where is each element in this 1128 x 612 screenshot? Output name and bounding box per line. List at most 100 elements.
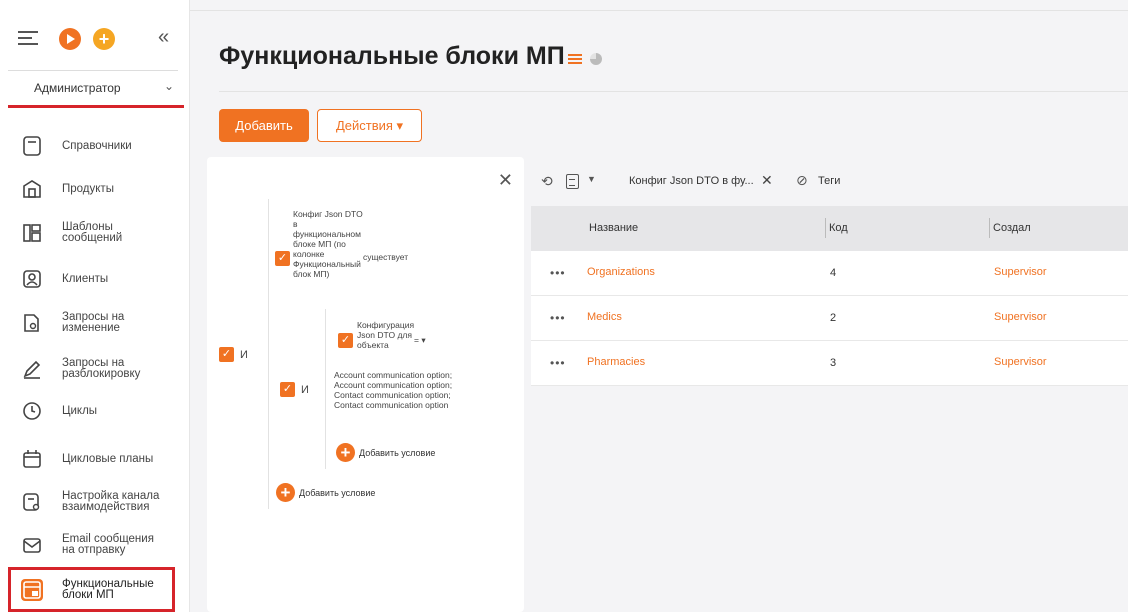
condition-2-field[interactable]: Конфигурация Json DTO для объекта: [357, 320, 414, 350]
table-header: Название Код Создал: [531, 206, 1128, 251]
row-menu-icon[interactable]: •••: [550, 356, 566, 370]
row-creator-link[interactable]: Supervisor: [994, 311, 1047, 323]
plus-icon: +: [276, 483, 295, 502]
remove-filter-icon[interactable]: ✕: [761, 172, 773, 189]
tag-icon[interactable]: ⊘: [796, 172, 808, 189]
divider: [190, 10, 1128, 11]
sidebar-item-label: Справочники: [62, 139, 132, 152]
plus-logo-icon[interactable]: +: [93, 28, 115, 50]
add-condition-outer-button[interactable]: + Добавить условие: [276, 483, 375, 502]
condition-1-checkbox[interactable]: ✓: [275, 251, 290, 266]
sidebar-item-channel-settings[interactable]: Настройка канала взаимодействия: [0, 481, 190, 523]
filter-panel: ✕ ✓ И ✓ Конфиг Json DTO в функциональном…: [207, 157, 524, 612]
role-selector[interactable]: Администратор ⌄: [8, 68, 184, 108]
sidebar-item-label: Шаблоны сообщений: [62, 221, 123, 244]
data-table: Название Код Создал ••• Organizations 4 …: [531, 206, 1128, 386]
sidebar-item-label: Продукты: [62, 182, 114, 195]
collapse-sidebar-icon[interactable]: «: [158, 26, 169, 49]
clock-icon: [23, 402, 41, 420]
column-separator[interactable]: [989, 218, 990, 238]
sidebar-item-label: Клиенты: [62, 272, 109, 285]
root-and-operator[interactable]: И: [240, 349, 248, 361]
sidebar-item-label: Запросы на разблокировку: [62, 357, 141, 380]
document-icon[interactable]: [566, 174, 579, 189]
inner-and-operator[interactable]: И: [301, 384, 309, 396]
row-code: 2: [830, 312, 837, 324]
row-name-link[interactable]: Medics: [587, 311, 622, 323]
condition-1-field[interactable]: Конфиг Json DTO в функциональном блоке М…: [293, 209, 363, 279]
tags-label[interactable]: Теги: [818, 175, 840, 187]
inner-group-checkbox[interactable]: ✓: [280, 382, 295, 397]
column-header-name[interactable]: Название: [589, 222, 638, 234]
calendar-icon: [23, 450, 41, 468]
row-creator-link[interactable]: Supervisor: [994, 356, 1047, 368]
root-group-checkbox[interactable]: ✓: [219, 347, 234, 362]
sidebar-item-cycle-plans[interactable]: Цикловые планы: [0, 438, 190, 480]
sidebar-item-directories[interactable]: Справочники: [0, 125, 190, 167]
chevron-down-icon: ⌄: [163, 79, 174, 93]
chart-view-icon[interactable]: [590, 53, 602, 65]
sidebar-item-email-messages[interactable]: Email сообщения на отправку: [0, 524, 190, 566]
envelope-icon: [23, 538, 41, 553]
channel-settings-icon: [23, 493, 40, 511]
filter-group-line: [268, 199, 269, 509]
row-code: 3: [830, 357, 837, 369]
main-content: Функциональные блоки МП Добавить Действи…: [190, 0, 1128, 612]
row-name-link[interactable]: Organizations: [587, 266, 655, 278]
caret-down-icon[interactable]: ▼: [587, 174, 596, 184]
column-separator[interactable]: [825, 218, 826, 238]
sidebar-item-label: Функциональные блоки МП: [62, 577, 154, 601]
page-title: Функциональные блоки МП: [219, 42, 565, 70]
row-code: 4: [830, 267, 837, 279]
book-icon: [23, 136, 41, 156]
column-header-creator[interactable]: Создал: [993, 222, 1031, 234]
table-row[interactable]: ••• Organizations 4 Supervisor: [531, 251, 1128, 296]
sidebar-header: + «: [0, 0, 190, 70]
plus-icon: +: [336, 443, 355, 462]
sidebar-item-products[interactable]: Продукты: [0, 168, 190, 210]
template-icon: [23, 224, 41, 242]
divider: [219, 91, 1128, 92]
table-row[interactable]: ••• Pharmacies 3 Supervisor: [531, 341, 1128, 386]
sidebar-item-change-requests[interactable]: Запросы на изменение: [0, 302, 190, 344]
doc-search-icon: [24, 314, 39, 332]
row-name-link[interactable]: Pharmacies: [587, 356, 645, 368]
filter-subgroup-line: [325, 309, 326, 469]
play-logo-icon[interactable]: [59, 28, 81, 50]
hamburger-menu-icon[interactable]: [18, 31, 38, 45]
sidebar: + « Администратор ⌄ Справочники Продукты…: [0, 0, 190, 612]
sidebar-item-unlock-requests[interactable]: Запросы на разблокировку: [0, 348, 190, 390]
sidebar-item-label: Настройка канала взаимодействия: [62, 490, 160, 513]
add-condition-inner-button[interactable]: + Добавить условие: [336, 443, 435, 462]
sidebar-item-clients[interactable]: Клиенты: [0, 258, 190, 300]
sidebar-item-label: Email сообщения на отправку: [62, 533, 154, 556]
sidebar-item-label: Запросы на изменение: [62, 311, 125, 334]
actions-dropdown-button[interactable]: Действия ▾: [317, 109, 422, 142]
condition-2-checkbox[interactable]: ✓: [338, 333, 353, 348]
pencil-icon: [23, 360, 41, 379]
sidebar-item-mp-blocks[interactable]: Функциональные блоки МП: [8, 567, 175, 612]
sidebar-item-cycles[interactable]: Циклы: [0, 390, 190, 432]
add-button[interactable]: Добавить: [219, 109, 309, 142]
sidebar-item-label: Циклы: [62, 404, 98, 417]
column-header-code[interactable]: Код: [829, 222, 848, 234]
sidebar-item-label: Цикловые планы: [62, 452, 154, 465]
person-icon: [23, 270, 41, 288]
add-condition-label: Добавить условие: [299, 487, 376, 498]
active-filter-chip[interactable]: Конфиг Json DTO в фу...: [629, 175, 754, 187]
add-condition-label: Добавить условие: [359, 447, 436, 458]
condition-2-operator[interactable]: = ▾: [414, 335, 426, 345]
list-view-icon[interactable]: [568, 54, 582, 64]
row-creator-link[interactable]: Supervisor: [994, 266, 1047, 278]
close-icon[interactable]: ✕: [498, 170, 513, 191]
row-menu-icon[interactable]: •••: [550, 266, 566, 280]
sidebar-item-templates[interactable]: Шаблоны сообщений: [0, 212, 190, 254]
table-row[interactable]: ••• Medics 2 Supervisor: [531, 296, 1128, 341]
condition-1-operator[interactable]: существует: [363, 252, 408, 262]
blocks-icon: [21, 578, 43, 601]
row-menu-icon[interactable]: •••: [550, 311, 566, 325]
box-icon: [23, 180, 41, 198]
role-label: Администратор: [34, 81, 121, 95]
condition-2-value[interactable]: Account communication option; Account co…: [334, 370, 452, 410]
refresh-icon[interactable]: ⟲: [541, 173, 553, 190]
